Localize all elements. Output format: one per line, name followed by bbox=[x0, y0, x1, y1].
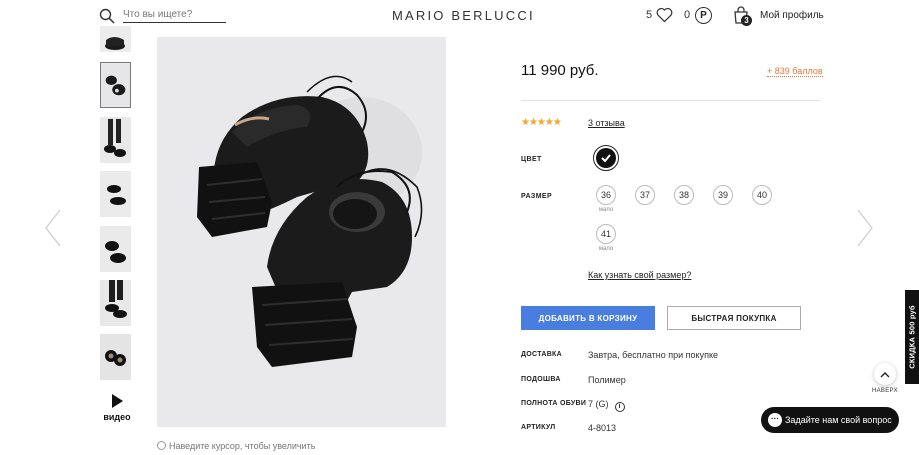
divider bbox=[521, 100, 820, 101]
search-icon[interactable] bbox=[99, 8, 115, 24]
chevron-right-icon[interactable] bbox=[855, 208, 875, 248]
size-label: РАЗМЕР bbox=[521, 193, 553, 200]
size-guide-link[interactable]: Как узнать свой размер? bbox=[588, 270, 691, 280]
zoom-hint: Наведите курсор, чтобы увеличить bbox=[157, 441, 315, 451]
zoom-hint-text: Наведите курсор, чтобы увеличить bbox=[169, 441, 316, 451]
cart-count-badge: 3 bbox=[741, 15, 752, 26]
profile-link[interactable]: Мой профиль bbox=[760, 10, 824, 21]
spec-value-article: 4-8013 bbox=[588, 423, 617, 433]
chat-bubble-icon: ··· bbox=[768, 413, 782, 427]
discount-tab[interactable]: СКИДКА 500 руб bbox=[905, 290, 919, 384]
spec-label-sole: ПОДОШВА bbox=[521, 376, 561, 383]
thumbnail-1[interactable] bbox=[100, 26, 131, 52]
play-icon bbox=[111, 394, 123, 408]
thumbnail-6[interactable] bbox=[100, 280, 131, 326]
reviews-link[interactable]: 3 отзыва bbox=[588, 118, 625, 128]
spec-label-delivery: ДОСТАВКА bbox=[521, 351, 562, 358]
width-value: 7 (G) bbox=[588, 399, 609, 409]
chat-button[interactable]: ··· Задайте нам свой вопрос bbox=[761, 407, 899, 433]
quick-buy-button[interactable]: БЫСТРАЯ ПОКУПКА bbox=[667, 306, 801, 330]
search-input[interactable] bbox=[123, 7, 226, 23]
spec-value-width: 7 (G) i bbox=[588, 399, 625, 412]
spec-label-article: АРТИКУЛ bbox=[521, 424, 556, 431]
scroll-to-top-label: НАВЕРХ bbox=[872, 388, 898, 394]
size-note-41: мало bbox=[598, 246, 614, 252]
chevron-up-icon bbox=[880, 371, 890, 377]
discount-tab-label: СКИДКА 500 руб bbox=[907, 305, 917, 369]
thumbnail-5[interactable] bbox=[100, 226, 131, 272]
size-option-37[interactable]: 37 bbox=[635, 185, 655, 205]
thumbnail-3[interactable] bbox=[100, 117, 131, 163]
product-price: 11 990 руб. bbox=[521, 62, 599, 79]
add-to-cart-button[interactable]: ДОБАВИТЬ В КОРЗИНУ bbox=[521, 306, 655, 330]
color-swatch-black[interactable] bbox=[593, 145, 619, 171]
chat-label: Задайте нам свой вопрос bbox=[785, 415, 892, 425]
info-icon[interactable]: i bbox=[614, 402, 625, 412]
color-label: ЦВЕТ bbox=[521, 156, 542, 163]
rating-stars: ★★★★★ bbox=[521, 117, 562, 128]
thumbnail-7[interactable] bbox=[100, 334, 131, 380]
bonus-points[interactable]: + 839 баллов bbox=[767, 66, 823, 77]
check-icon bbox=[601, 154, 611, 163]
scroll-to-top-button[interactable] bbox=[874, 363, 896, 385]
points-count: 0 bbox=[684, 9, 691, 21]
chevron-left-icon[interactable] bbox=[43, 208, 63, 248]
favorites-count: 5 bbox=[646, 9, 653, 21]
heart-icon[interactable] bbox=[656, 7, 673, 23]
video-button[interactable]: видео bbox=[100, 394, 134, 422]
brand-logo[interactable]: MARIO BERLUCCI bbox=[392, 8, 535, 23]
thumbnail-2[interactable] bbox=[100, 62, 131, 108]
magnifier-icon bbox=[157, 441, 166, 450]
size-option-40[interactable]: 40 bbox=[752, 185, 772, 205]
thumbnail-4[interactable] bbox=[100, 171, 131, 217]
site-header: MARIO BERLUCCI 5 0 P 3 Мой профиль bbox=[0, 0, 919, 32]
main-product-image[interactable] bbox=[157, 37, 446, 427]
spec-value-delivery: Завтра, бесплатно при покупке bbox=[588, 350, 718, 360]
size-option-41[interactable]: 41 bbox=[596, 224, 616, 244]
size-option-39[interactable]: 39 bbox=[713, 185, 733, 205]
video-label: видео bbox=[103, 412, 131, 422]
size-note-36: мало bbox=[598, 207, 614, 213]
size-option-38[interactable]: 38 bbox=[674, 185, 694, 205]
points-icon[interactable]: P bbox=[695, 7, 712, 24]
spec-value-sole: Полимер bbox=[588, 375, 626, 385]
size-option-36[interactable]: 36 bbox=[596, 185, 616, 205]
spec-label-width: ПОЛНОТА ОБУВИ bbox=[521, 400, 587, 407]
